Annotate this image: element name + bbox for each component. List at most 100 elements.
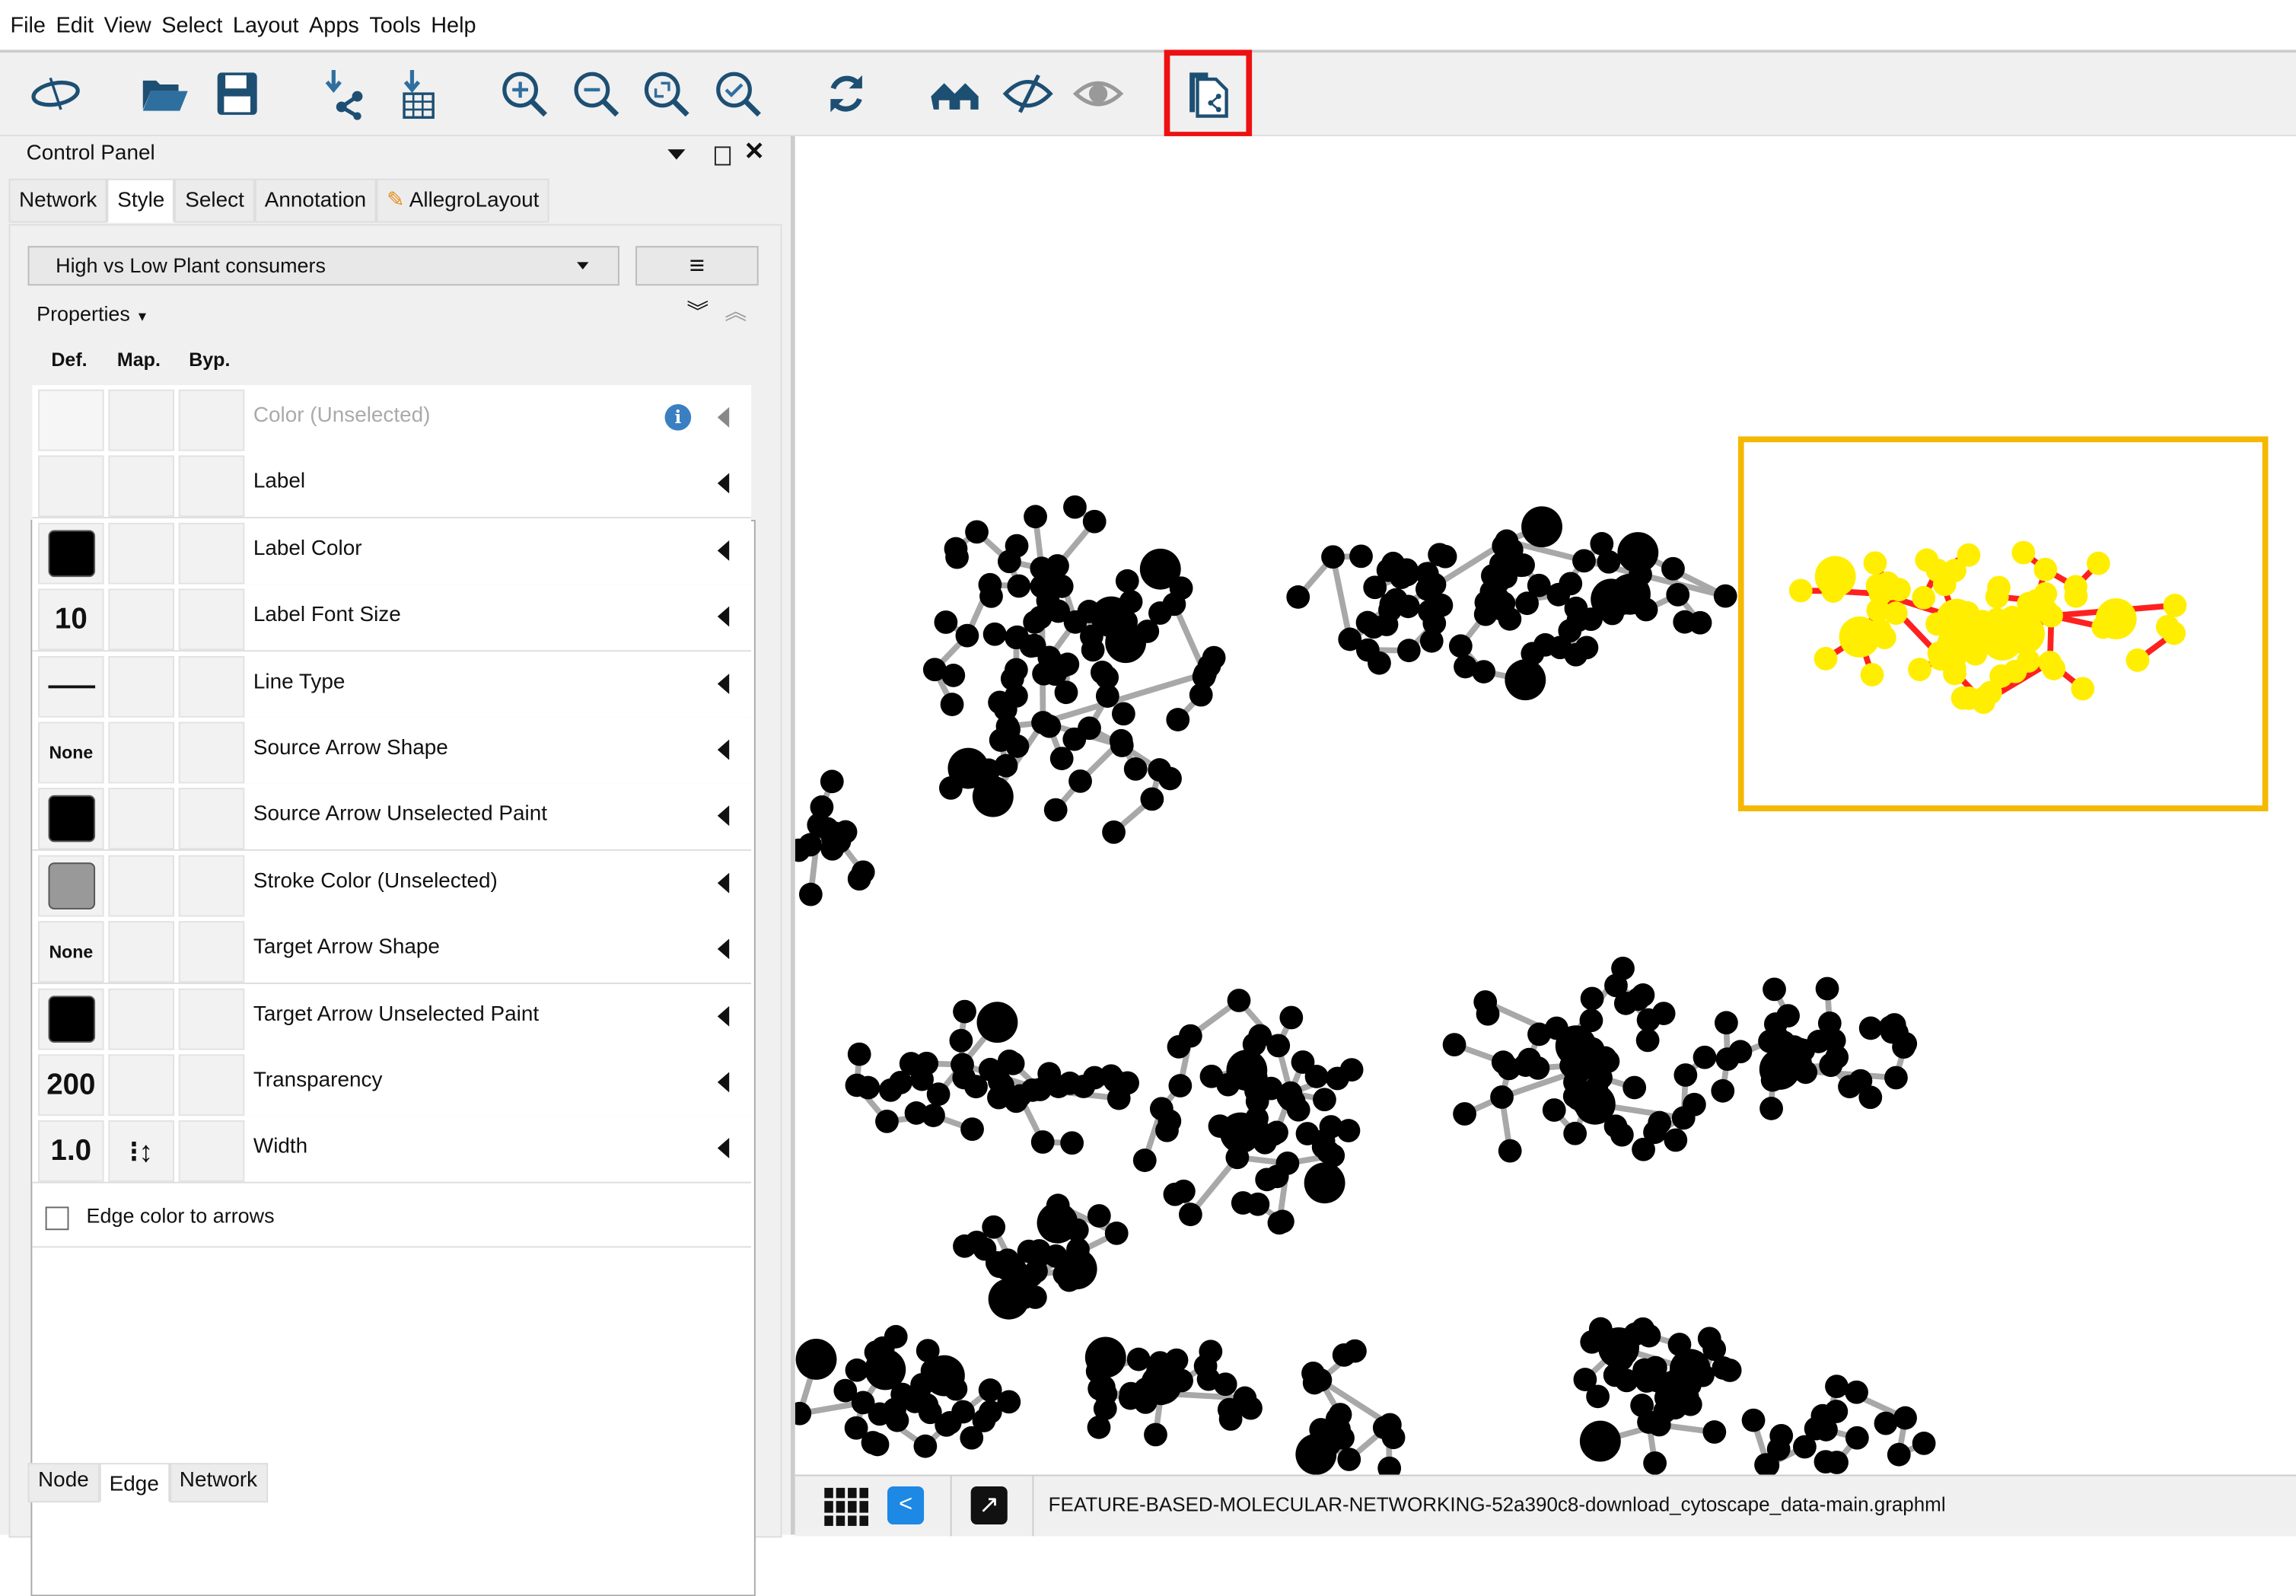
network-node[interactable] (1050, 747, 1074, 770)
network-node[interactable] (1652, 1002, 1676, 1025)
map-cell[interactable] (108, 855, 174, 916)
network-node[interactable] (1305, 1065, 1329, 1088)
network-node[interactable] (1759, 1097, 1783, 1120)
network-node[interactable] (1209, 1114, 1232, 1138)
network-node[interactable] (941, 664, 965, 687)
network-node[interactable] (1395, 558, 1419, 581)
network-node[interactable] (795, 1402, 811, 1426)
network-node[interactable] (1140, 787, 1164, 811)
network-node[interactable] (1023, 634, 1046, 658)
network-node[interactable] (1052, 654, 1075, 677)
edge-color-to-arrows-checkbox[interactable] (46, 1206, 69, 1230)
import-network-icon[interactable] (315, 65, 374, 123)
network-node[interactable] (1492, 534, 1515, 558)
expand-arrow-icon[interactable] (718, 1005, 729, 1026)
network-node[interactable] (1244, 1066, 1268, 1089)
bypass-cell[interactable] (179, 655, 245, 717)
map-cell[interactable] (108, 390, 174, 451)
network-node[interactable] (916, 1339, 940, 1362)
network-canvas[interactable] (795, 136, 2296, 1475)
network-node[interactable] (856, 1076, 880, 1100)
selected-node[interactable] (1884, 601, 1908, 625)
network-node[interactable] (1858, 1085, 1882, 1109)
network-node[interactable] (820, 769, 844, 793)
def-cell[interactable]: 200 (38, 1054, 104, 1116)
network-node[interactable] (1810, 1404, 1834, 1428)
network-node[interactable] (1017, 1240, 1041, 1263)
home-icon[interactable] (925, 65, 984, 123)
network-node[interactable] (1430, 594, 1454, 617)
network-node[interactable] (1545, 1017, 1568, 1040)
selected-node[interactable] (1943, 559, 1966, 582)
cytoscape-logo-icon[interactable] (27, 65, 85, 123)
network-node[interactable] (910, 1068, 934, 1091)
expand-arrow-icon[interactable] (718, 939, 729, 960)
network-node[interactable] (1127, 1348, 1151, 1371)
network-node[interactable] (952, 1066, 976, 1090)
network-node[interactable] (1326, 1067, 1349, 1091)
network-node[interactable] (1110, 729, 1133, 753)
expand-arrow-icon[interactable] (718, 1072, 729, 1092)
network-node[interactable] (1279, 1006, 1303, 1030)
network-graph[interactable] (795, 136, 2296, 1475)
bypass-cell[interactable] (179, 1121, 245, 1183)
network-node[interactable] (878, 1350, 902, 1374)
map-cell[interactable] (108, 523, 174, 585)
network-node[interactable] (1095, 666, 1119, 690)
expand-arrow-icon[interactable] (718, 872, 729, 893)
network-node[interactable] (1610, 1123, 1634, 1147)
network-node[interactable] (798, 833, 822, 857)
network-node[interactable] (890, 1383, 914, 1406)
network-node[interactable] (1711, 1079, 1734, 1103)
menu-edit[interactable]: Edit (56, 12, 94, 37)
network-node[interactable] (1087, 1204, 1111, 1228)
menu-help[interactable]: Help (431, 12, 476, 37)
new-network-from-selection-icon[interactable] (1179, 65, 1237, 123)
network-node[interactable] (1219, 1407, 1243, 1431)
network-node[interactable] (848, 1043, 871, 1066)
property-row[interactable]: NoneTarget Arrow Shape (32, 917, 751, 985)
selected-node[interactable] (1814, 647, 1838, 671)
network-node[interactable] (1668, 1333, 1692, 1356)
network-node[interactable] (1296, 1122, 1320, 1145)
network-node[interactable] (1673, 610, 1696, 634)
network-node[interactable] (1589, 1317, 1613, 1341)
network-node[interactable] (1060, 1131, 1084, 1155)
network-node[interactable] (810, 795, 834, 819)
menu-select[interactable]: Select (161, 12, 222, 37)
network-node[interactable] (799, 883, 823, 906)
def-cell[interactable] (38, 988, 104, 1050)
map-cell[interactable] (108, 922, 174, 983)
selected-node[interactable] (1868, 618, 1892, 642)
network-node[interactable] (1031, 1130, 1055, 1154)
network-node[interactable] (1044, 1244, 1068, 1268)
network-node[interactable] (845, 1359, 869, 1382)
def-cell[interactable] (38, 655, 104, 717)
bypass-cell[interactable] (179, 1054, 245, 1116)
selected-node[interactable] (1789, 579, 1813, 603)
network-node[interactable] (1490, 1085, 1514, 1109)
network-node[interactable] (1384, 588, 1408, 612)
selected-node[interactable] (2042, 657, 2065, 680)
style-options-menu-button[interactable]: ≡ (635, 246, 759, 285)
network-node[interactable] (1105, 1222, 1129, 1245)
network-node[interactable] (1443, 1033, 1466, 1056)
tab-style[interactable]: Style (107, 179, 175, 223)
network-node[interactable] (1362, 615, 1386, 639)
network-node[interactable] (1304, 1162, 1345, 1203)
network-node[interactable] (979, 585, 1003, 608)
network-node[interactable] (1103, 1069, 1127, 1093)
menu-file[interactable]: File (10, 12, 46, 37)
network-node[interactable] (848, 867, 871, 890)
network-node[interactable] (1603, 1364, 1627, 1387)
network-node[interactable] (1769, 1424, 1793, 1448)
network-node[interactable] (1168, 1074, 1192, 1097)
expand-arrow-icon[interactable] (718, 806, 729, 827)
network-node[interactable] (1892, 1035, 1915, 1059)
network-node[interactable] (1116, 569, 1139, 593)
network-node[interactable] (1693, 1046, 1717, 1069)
network-node[interactable] (960, 1426, 983, 1450)
save-icon[interactable] (208, 65, 266, 123)
network-node[interactable] (1492, 1050, 1515, 1074)
network-node[interactable] (1614, 992, 1638, 1015)
